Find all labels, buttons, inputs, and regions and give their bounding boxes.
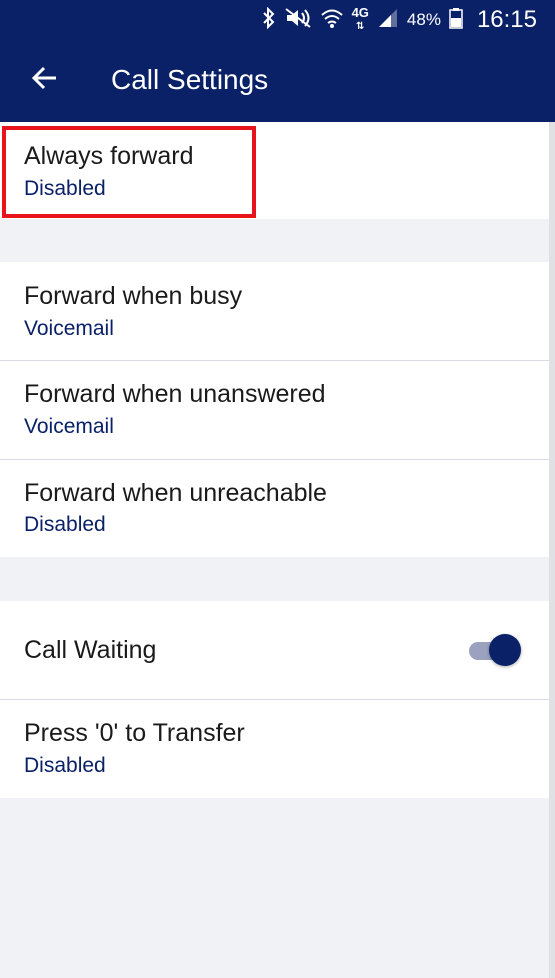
list-item-value: Disabled bbox=[24, 754, 106, 777]
list-item-label: Forward when busy bbox=[24, 282, 243, 310]
toggle-thumb bbox=[489, 634, 521, 666]
signal-icon bbox=[377, 7, 399, 34]
list-item-label: Call Waiting bbox=[24, 636, 157, 664]
back-button[interactable] bbox=[26, 60, 62, 100]
wifi-icon bbox=[320, 7, 344, 34]
call-waiting-toggle[interactable] bbox=[469, 632, 521, 668]
mute-icon bbox=[284, 7, 312, 34]
list-item-value: Voicemail bbox=[24, 415, 114, 438]
battery-percent: 48% bbox=[406, 10, 441, 29]
clock: 16:15 bbox=[476, 6, 537, 33]
conditional-forwarding-section: Forward when busy Voicemail Forward when… bbox=[0, 262, 549, 557]
app-bar: Call Settings bbox=[0, 40, 555, 122]
list-item-label: Forward when unanswered bbox=[24, 380, 326, 408]
list-item-press-zero-transfer[interactable]: Press '0' to Transfer Disabled bbox=[0, 700, 549, 798]
list-item-value: Voicemail bbox=[24, 317, 114, 340]
list-item-label: Forward when unreachable bbox=[24, 479, 327, 507]
arrow-left-icon bbox=[30, 64, 58, 97]
list-item-forward-busy[interactable]: Forward when busy Voicemail bbox=[0, 262, 549, 361]
list-item-value: Disabled bbox=[24, 513, 106, 536]
page-title: Call Settings bbox=[111, 64, 269, 95]
bluetooth-icon bbox=[262, 6, 276, 34]
battery-icon bbox=[449, 7, 463, 34]
list-item-label: Press '0' to Transfer bbox=[24, 719, 245, 747]
list-item-forward-unanswered[interactable]: Forward when unanswered Voicemail bbox=[0, 361, 549, 460]
highlight-box bbox=[2, 126, 256, 218]
other-settings-section: Call Waiting Press '0' to Transfer Disab… bbox=[0, 601, 549, 798]
status-bar: 4G ⇅ 48% 16:15 bbox=[0, 0, 555, 40]
list-item-forward-unreachable[interactable]: Forward when unreachable Disabled bbox=[0, 460, 549, 557]
scroll-edge bbox=[549, 0, 555, 978]
list-item-call-waiting[interactable]: Call Waiting bbox=[0, 601, 549, 700]
network-4g-icon: 4G ⇅ bbox=[351, 5, 369, 32]
